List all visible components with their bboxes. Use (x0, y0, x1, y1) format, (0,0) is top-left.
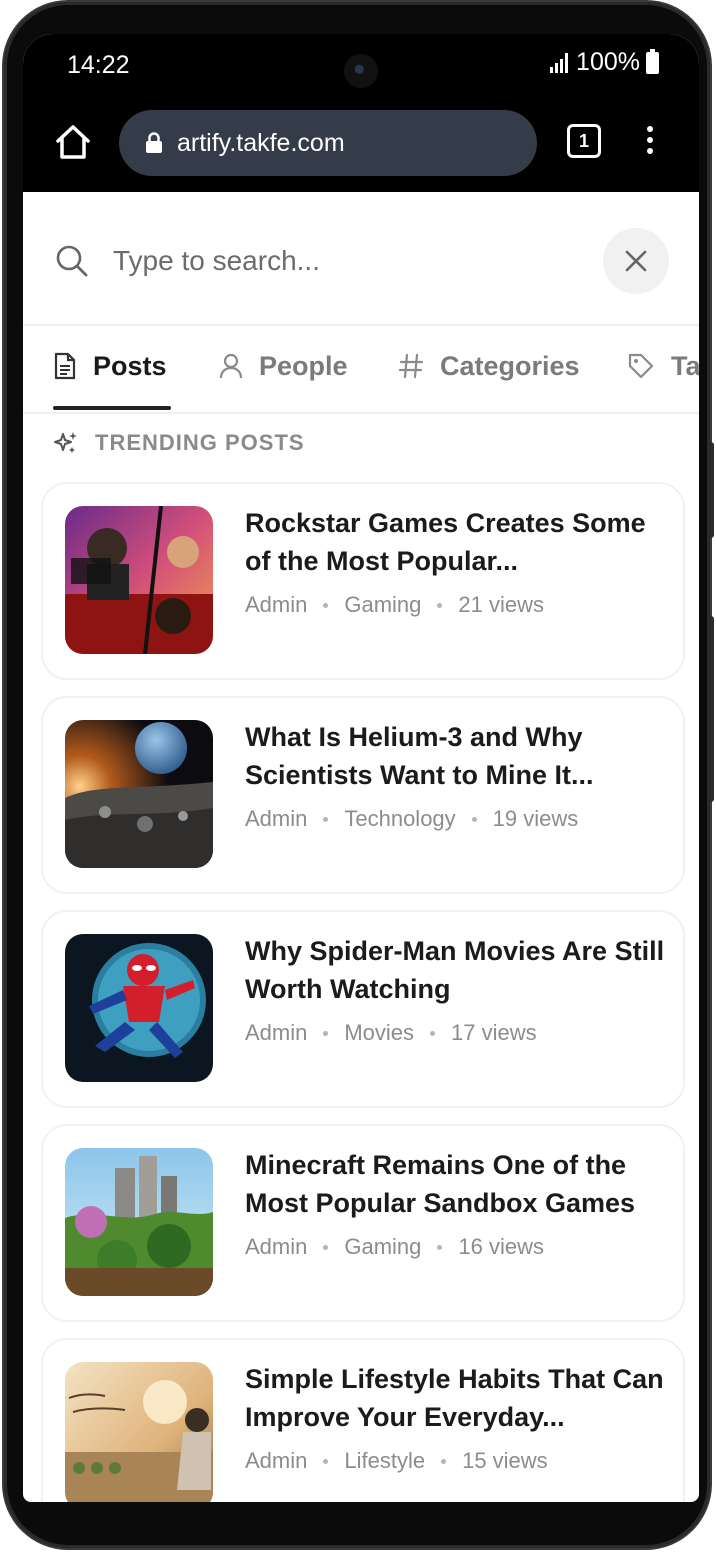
separator-dot (323, 1458, 329, 1464)
post-thumbnail (65, 1362, 213, 1502)
section-header: TRENDING POSTS (53, 430, 305, 456)
tab-posts[interactable]: Posts (53, 340, 167, 392)
battery-icon (646, 48, 659, 74)
post-thumbnail (65, 506, 213, 654)
post-category: Lifestyle (344, 1448, 426, 1473)
menu-icon[interactable] (643, 126, 657, 160)
post-meta: Admin Lifestyle 15 views (245, 1448, 548, 1474)
address-bar[interactable]: artify.takfe.com (119, 110, 537, 176)
battery-level: 100% (576, 48, 640, 76)
post-category: Gaming (344, 592, 422, 617)
tab-people[interactable]: People (219, 340, 348, 392)
document-icon (54, 352, 76, 380)
post-thumbnail (65, 720, 213, 868)
search-tabs: Posts People Categories Ta (23, 326, 699, 414)
screen: 14:22 100% artify.takfe.com 1 Type to se… (23, 34, 699, 1502)
post-author: Admin (245, 592, 308, 617)
separator-dot (430, 1030, 436, 1036)
active-tab-indicator (53, 406, 171, 410)
post-meta: Admin Gaming 21 views (245, 592, 544, 618)
close-icon (625, 250, 647, 272)
tab-switcher-button[interactable]: 1 (567, 124, 601, 158)
person-icon (219, 353, 243, 379)
section-title: TRENDING POSTS (95, 430, 305, 455)
post-author: Admin (245, 806, 308, 831)
tag-icon (628, 353, 654, 379)
tab-label: Posts (93, 350, 167, 381)
browser-chrome: 14:22 100% artify.takfe.com 1 (23, 34, 699, 192)
post-category: Movies (344, 1020, 415, 1045)
separator-dot (437, 602, 443, 608)
tab-label: Ta (671, 350, 699, 381)
post-thumbnail (65, 934, 213, 1082)
post-views: 17 views (451, 1020, 537, 1045)
search-input[interactable] (111, 234, 585, 288)
separator-dot (323, 1030, 329, 1036)
sparkles-icon (54, 432, 77, 453)
post-category: Technology (344, 806, 456, 831)
post-title: Why Spider-Man Movies Are Still Worth Wa… (245, 936, 665, 1004)
separator-dot (441, 1458, 447, 1464)
tab-label: People (259, 350, 348, 381)
post-card[interactable]: Minecraft Remains One of the Most Popula… (41, 1124, 685, 1322)
tab-count: 1 (567, 124, 601, 158)
separator-dot (323, 816, 329, 822)
post-title: Rockstar Games Creates Some of the Most … (245, 508, 646, 576)
volume-button (708, 616, 714, 802)
power-button (708, 442, 714, 538)
post-thumbnail (65, 1148, 213, 1296)
post-views: 21 views (458, 592, 544, 617)
post-views: 15 views (462, 1448, 548, 1473)
url-text: artify.takfe.com (177, 128, 345, 157)
separator-dot (323, 1244, 329, 1250)
post-meta: Admin Gaming 16 views (245, 1234, 544, 1260)
post-meta: Admin Technology 19 views (245, 806, 578, 832)
post-card[interactable]: What Is Helium-3 and Why Scientists Want… (41, 696, 685, 894)
close-search-button[interactable] (603, 228, 669, 294)
search-bar (23, 192, 699, 326)
post-title: Minecraft Remains One of the Most Popula… (245, 1150, 636, 1218)
post-author: Admin (245, 1234, 308, 1259)
post-author: Admin (245, 1020, 308, 1045)
separator-dot (471, 816, 477, 822)
post-title: What Is Helium-3 and Why Scientists Want… (245, 722, 594, 790)
post-card[interactable]: Why Spider-Man Movies Are Still Worth Wa… (41, 910, 685, 1108)
search-icon (56, 245, 88, 277)
front-camera (344, 54, 378, 88)
separator-dot (323, 602, 329, 608)
status-time: 14:22 (67, 51, 130, 79)
post-category: Gaming (344, 1234, 422, 1259)
post-views: 16 views (458, 1234, 544, 1259)
separator-dot (437, 1244, 443, 1250)
status-indicators: 100% (550, 48, 659, 77)
post-card[interactable]: Simple Lifestyle Habits That Can Improve… (41, 1338, 685, 1502)
tab-categories[interactable]: Categories (398, 340, 580, 392)
signal-icon (550, 52, 569, 73)
home-icon[interactable] (53, 122, 93, 162)
phone-frame: 14:22 100% artify.takfe.com 1 Type to se… (4, 2, 714, 1548)
post-card[interactable]: Rockstar Games Creates Some of the Most … (41, 482, 685, 680)
post-meta: Admin Movies 17 views (245, 1020, 537, 1046)
post-author: Admin (245, 1448, 308, 1473)
tab-label: Categories (440, 350, 580, 381)
post-views: 19 views (492, 806, 579, 831)
lock-icon (146, 132, 162, 153)
post-title: Simple Lifestyle Habits That Can Improve… (245, 1364, 664, 1432)
hash-icon (398, 353, 424, 379)
tab-tags[interactable]: Ta (627, 340, 699, 392)
